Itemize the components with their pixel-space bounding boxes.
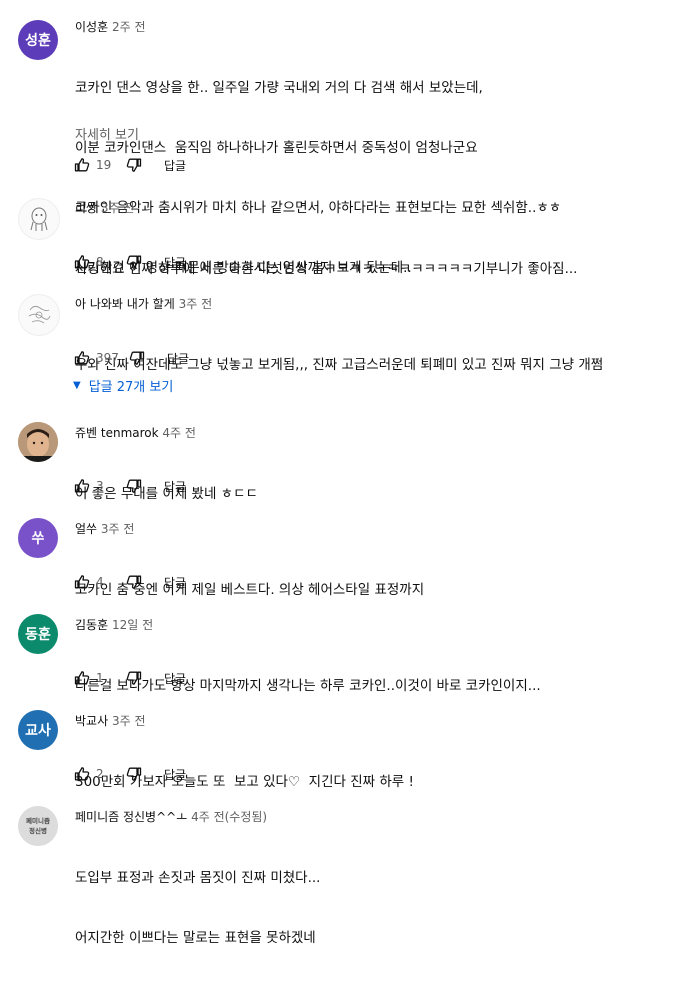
comment-author[interactable]: 리쌍 [75,201,97,215]
thumbs-up-icon[interactable] [74,766,90,782]
comment-text-line: 도입부 표정과 손짓과 몸짓이 진짜 미쳤다... [75,870,321,886]
comment-time[interactable]: 3주 전 [101,522,135,536]
comment-time[interactable]: 2주 전 [112,20,146,34]
thumbs-down-icon[interactable] [129,350,145,366]
like-count: 4 [96,575,104,589]
avatar[interactable]: 교사 [18,710,58,750]
thumbs-down-icon[interactable] [126,766,142,782]
reply-button[interactable]: 답글 [167,350,189,367]
avatar-logo-icon: 페미니즘정신병 [18,806,58,846]
avatar-initials: 쑤 [31,531,45,547]
avatar[interactable]: 동훈 [18,614,58,654]
view-replies-label: 답글 27개 보기 [88,380,174,395]
thumbs-down-icon[interactable] [126,670,142,686]
reply-button[interactable]: 답글 [164,574,186,591]
comment-header: 페미니즘 정신병^^ㅗ 4주 전(수정됨) [75,808,267,825]
thumbs-up-icon[interactable] [74,670,90,686]
like-count: 8 [96,255,104,269]
view-replies-button[interactable]: ▼ 답글 27개 보기 [73,376,173,395]
avatar-initials: 성훈 [25,33,51,49]
comment-author[interactable]: 얼쑤 [75,522,97,536]
thumbs-up-icon[interactable] [74,350,90,366]
thumbs-up-icon[interactable] [74,478,90,494]
thumbs-up-icon[interactable] [74,157,90,173]
reply-button[interactable]: 답글 [164,254,186,271]
comment-text-line: 코카인 음악과 춤시위가 마치 하나 같으면서, 야하다라는 표현보다는 묘한 … [75,200,562,216]
comment-actions: 19 답글 [74,155,186,175]
reply-button[interactable]: 답글 [164,766,186,783]
comment-text-line: 코카인 댄스 영상을 한.. 일주일 가량 국내외 거의 다 검색 해서 보았는… [75,80,483,96]
comment-author[interactable]: 아 나와봐 내가 할게 [75,297,175,311]
avatar-initials: 동훈 [25,627,51,643]
like-count: 2 [96,767,104,781]
comment-time[interactable]: 3주 전 [112,714,146,728]
avatar[interactable]: 페미니즘 정신병 [18,806,58,846]
comment-header: 리쌍 3주 전 [75,199,134,216]
svg-text:페미니즘: 페미니즘 [26,816,50,825]
comment-author[interactable]: 이성훈 [75,20,108,34]
comment-time[interactable]: 4주 전(수정됨) [191,810,267,824]
comment-actions: 397 답글 [74,348,189,368]
comment-author[interactable]: 페미니즘 정신병^^ㅗ [75,810,187,824]
comment-time[interactable]: 4주 전 [162,426,196,440]
comment-author[interactable]: 김동훈 [75,618,108,632]
comment-header: 얼쑤 3주 전 [75,520,134,537]
svg-text:정신병: 정신병 [29,826,47,835]
comment-header: 이성훈 2주 전 [75,18,145,35]
like-count: 1 [96,671,104,685]
like-count: 19 [96,158,112,172]
thumbs-down-icon[interactable] [126,478,142,494]
comment-header: 쥬벤 tenmarok 4주 전 [75,424,196,441]
like-count: 397 [96,351,119,365]
comment-actions: 3 답글 [74,476,186,496]
comment-time[interactable]: 3주 전 [101,201,135,215]
thumbs-down-icon[interactable] [126,254,142,270]
comment-text-line: 어지간한 이쁘다는 말로는 표현을 못하겠네 [75,930,316,946]
caret-down-icon: ▼ [73,380,81,391]
doodle-icon [28,305,51,324]
reply-button[interactable]: 답글 [164,670,186,687]
comment-header: 박교사 3주 전 [75,712,145,729]
thumbs-up-icon[interactable] [74,254,90,270]
read-more-link[interactable]: 자세히 보기 [75,124,139,143]
comment-actions: 8 답글 [74,252,186,272]
comment-time[interactable]: 3주 전 [179,297,213,311]
avatar[interactable] [18,198,60,240]
avatar[interactable] [18,294,60,336]
comment-actions: 4 답글 [74,572,186,592]
reply-button[interactable]: 답글 [164,157,186,174]
thumbs-down-icon[interactable] [126,574,142,590]
comment-author[interactable]: 쥬벤 tenmarok [75,426,159,440]
comment-header: 김동훈 12일 전 [75,616,153,633]
comment-text: 도입부 표정과 손짓과 몸짓이 진짜 미쳤다... 어지간한 이쁘다는 말로는 … [75,828,320,988]
comment-header: 아 나와봐 내가 할게 3주 전 [75,295,212,312]
avatar[interactable] [18,422,58,462]
like-count: 3 [96,479,104,493]
comment-actions: 1 답글 [74,668,186,688]
thumbs-up-icon[interactable] [74,574,90,590]
ghost-doodle-icon [30,207,48,231]
comment-author[interactable]: 박교사 [75,714,108,728]
thumbs-down-icon[interactable] [126,157,142,173]
avatar-initials: 교사 [25,723,51,739]
reply-button[interactable]: 답글 [164,478,186,495]
comment-actions: 2 답글 [74,764,186,784]
avatar[interactable]: 쑤 [18,518,58,558]
profile-photo-icon [18,422,58,462]
comment-time[interactable]: 12일 전 [112,618,153,632]
avatar[interactable]: 성훈 [18,20,58,60]
